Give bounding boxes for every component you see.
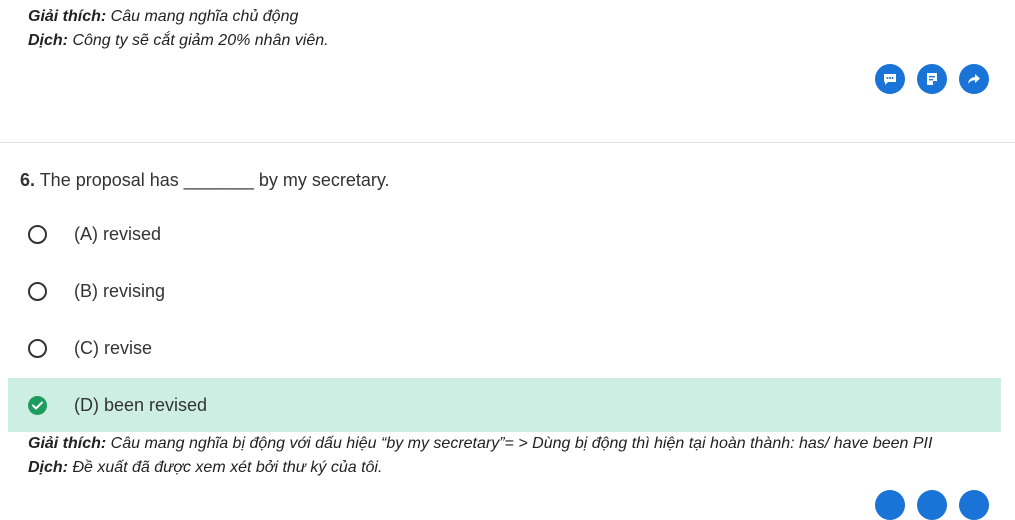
share-button[interactable] xyxy=(959,64,989,94)
explain-label: Giải thích: xyxy=(28,435,107,452)
note-button-next[interactable] xyxy=(917,490,947,520)
radio-button[interactable] xyxy=(28,224,47,244)
prev-explanation-line: Giải thích: Câu mang nghĩa chủ động xyxy=(28,7,298,27)
prev-explain-text: Câu mang nghĩa chủ động xyxy=(106,8,299,25)
option-b[interactable]: (B) revising xyxy=(8,264,1001,318)
note-icon xyxy=(927,73,937,85)
note-button[interactable] xyxy=(917,64,947,94)
translate-label: Dịch: xyxy=(28,459,68,476)
translation-line: Dịch: Đề xuất đã được xem xét bởi thư ký… xyxy=(28,458,382,478)
option-a[interactable]: (A) revised xyxy=(8,207,1001,261)
radio-button[interactable] xyxy=(28,281,47,301)
option-label: (C) revise xyxy=(74,337,153,358)
prev-explain-label: Giải thích: xyxy=(28,8,107,25)
explanation-line: Giải thích: Câu mang nghĩa bị động với d… xyxy=(28,434,932,454)
section-divider xyxy=(0,142,1015,143)
option-label: (D) been revised xyxy=(74,394,208,415)
check-circle-icon[interactable] xyxy=(28,395,47,415)
option-d[interactable]: (D) been revised xyxy=(8,378,1001,432)
option-label: (A) revised xyxy=(74,223,162,244)
comment-button[interactable] xyxy=(875,64,905,94)
question-text: 6. The proposal has _______ by my secret… xyxy=(20,170,390,191)
share-icon xyxy=(968,74,980,84)
radio-button[interactable] xyxy=(28,338,47,358)
question-number: 6. xyxy=(20,170,36,190)
comment-icon xyxy=(884,74,896,85)
prev-translate-text: Công ty sẽ cắt giảm 20% nhân viên. xyxy=(68,32,329,49)
question-body: The proposal has _______ by my secretary… xyxy=(35,170,390,190)
checkmark-icon xyxy=(32,401,43,409)
explain-text: Câu mang nghĩa bị động với dấu hiệu “by … xyxy=(106,435,933,452)
option-label: (B) revising xyxy=(74,280,166,301)
share-button-next[interactable] xyxy=(959,490,989,520)
option-c[interactable]: (C) revise xyxy=(8,321,1001,375)
comment-button-next[interactable] xyxy=(875,490,905,520)
translate-text: Đề xuất đã được xem xét bởi thư ký của t… xyxy=(68,459,383,476)
prev-translation-line: Dịch: Công ty sẽ cắt giảm 20% nhân viên. xyxy=(28,31,329,51)
prev-translate-label: Dịch: xyxy=(28,32,68,49)
